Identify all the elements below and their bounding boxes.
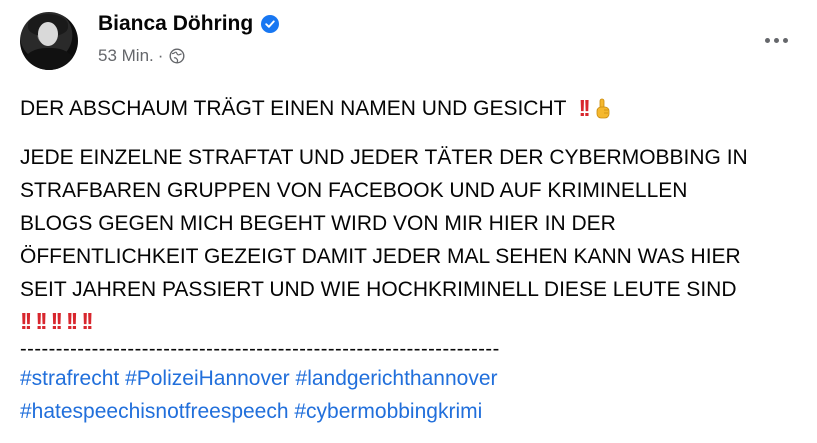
avatar[interactable] [20,12,78,70]
post-body: JEDE EINZELNE STRAFTAT UND JEDER TÄTER D… [20,141,810,306]
post-headline: DER ABSCHAUM TRÄGT EINEN NAMEN UND GESIC… [20,92,810,125]
double-exclamation-emoji: !! [65,307,78,334]
hashtags: #strafrecht #PolizeiHannover #landgerich… [20,362,810,428]
body-line: BLOGS GEGEN MICH BEGEHT WIRD VON MIR HIE… [20,212,616,235]
author-name[interactable]: Bianca Döhring [98,12,253,36]
double-exclamation-emoji: !! [578,95,590,121]
hashtag-link[interactable]: #landgerichthannover [296,367,498,390]
more-options-icon[interactable] [758,28,794,52]
body-line: STRAFBAREN GRUPPEN VON FACEBOOK UND AUF … [20,179,688,202]
verified-badge-icon [261,15,280,33]
globe-icon[interactable] [169,48,185,64]
headline-text: DER ABSCHAUM TRÄGT EINEN NAMEN UND GESIC… [20,97,567,120]
exclamation-emoji-row: !! !! !! !! !! [20,306,810,336]
dashed-divider-text: ----------------------------------------… [20,338,500,360]
post-header: Bianca Döhring 53 Min. · [20,10,800,70]
facebook-post: Bianca Döhring 53 Min. · DER ABSCHAUM TR… [0,0,817,443]
double-exclamation-emoji: !! [20,307,32,334]
author-row: Bianca Döhring [98,12,280,36]
hashtag-link[interactable]: #strafrecht [20,367,119,390]
body-line: JEDE EINZELNE STRAFTAT UND JEDER TÄTER D… [20,146,748,169]
double-exclamation-emoji: !! [81,307,93,334]
post-timestamp[interactable]: 53 Min. [98,46,154,66]
body-line: ÖFFENTLICHKEIT GEZEIGT DAMIT JEDER MAL S… [20,245,741,268]
hashtag-link[interactable]: #PolizeiHannover [125,367,290,390]
double-exclamation-emoji: !! [35,307,47,334]
body-line: SEIT JAHREN PASSIERT UND WIE HOCHKRIMINE… [20,278,737,301]
meta-separator: · [157,46,164,65]
double-exclamation-emoji: !! [50,307,63,334]
pointing-up-emoji [596,98,610,118]
hashtag-link[interactable]: #cybermobbingkrimi [294,400,482,423]
hashtag-link[interactable]: #hatespeechisnotfreespeech [20,400,289,423]
post-content: DER ABSCHAUM TRÄGT EINEN NAMEN UND GESIC… [20,92,810,428]
post-meta: 53 Min. · [98,46,185,66]
